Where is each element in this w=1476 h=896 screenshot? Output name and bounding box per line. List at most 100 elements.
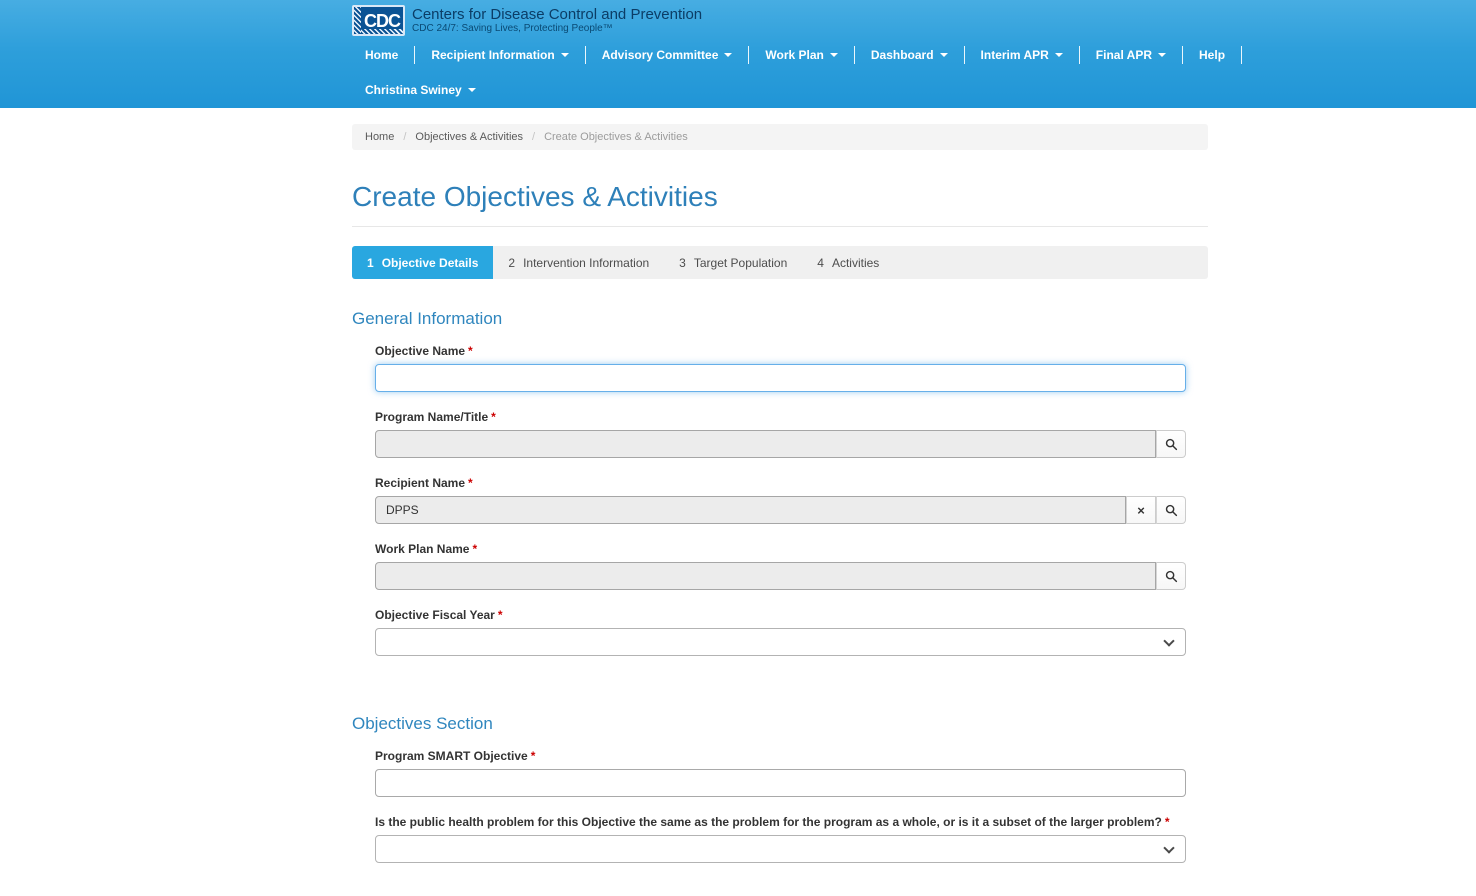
nav-item-recipient-information[interactable]: Recipient Information — [415, 38, 584, 72]
caret-down-icon — [1055, 53, 1063, 57]
breadcrumb-home[interactable]: Home — [365, 131, 394, 143]
nav-item-interim-apr[interactable]: Interim APR — [965, 38, 1079, 72]
objective-name-label: Objective Name* — [375, 344, 1186, 358]
caret-down-icon — [724, 53, 732, 57]
logo-stripes-left — [354, 7, 361, 34]
tab-number: 1 — [367, 256, 374, 270]
main-content: Home / Objectives & Activities / Create … — [352, 124, 1208, 896]
cdc-logo[interactable]: CDC — [352, 5, 405, 36]
nav-label: Recipient Information — [431, 48, 554, 62]
tab-activities[interactable]: 4 Activities — [802, 246, 894, 279]
brand-title: Centers for Disease Control and Preventi… — [412, 6, 702, 23]
recipient-name-input[interactable] — [375, 496, 1126, 524]
work-plan-name-input[interactable] — [375, 562, 1156, 590]
tab-label: Objective Details — [382, 256, 479, 270]
public-health-problem-select-wrap — [375, 835, 1186, 863]
user-menu-label: Christina Swiney — [365, 83, 462, 97]
nav-item-dashboard[interactable]: Dashboard — [855, 38, 964, 72]
tab-number: 2 — [508, 256, 515, 270]
tab-objective-details[interactable]: 1 Objective Details — [352, 246, 493, 279]
cdc-logo-text: CDC — [364, 12, 403, 30]
nav-label: Dashboard — [871, 48, 934, 62]
breadcrumb-separator: / — [403, 131, 406, 143]
tab-label: Activities — [832, 256, 879, 270]
tab-label: Target Population — [694, 256, 787, 270]
field-recipient-name: Recipient Name* × — [375, 476, 1186, 524]
nav-item-help[interactable]: Help — [1183, 38, 1241, 72]
nav-separator — [1241, 46, 1242, 64]
nav-item-work-plan[interactable]: Work Plan — [749, 38, 853, 72]
nav-item-user-menu[interactable]: Christina Swiney — [352, 72, 492, 108]
general-information-form: Objective Name* Program Name/Title* Re — [375, 344, 1186, 656]
caret-down-icon — [468, 88, 476, 92]
objectives-section-form: Program SMART Objective* Is the public h… — [375, 749, 1186, 863]
title-divider — [352, 226, 1208, 227]
label-text: Objective Fiscal Year — [375, 608, 495, 622]
public-health-problem-select[interactable] — [375, 835, 1186, 863]
work-plan-name-label: Work Plan Name* — [375, 542, 1186, 556]
program-name-input[interactable] — [375, 430, 1156, 458]
main-nav: Home Recipient Information Advisory Comm… — [352, 38, 1292, 72]
program-smart-objective-label: Program SMART Objective* — [375, 749, 1186, 763]
breadcrumb: Home / Objectives & Activities / Create … — [352, 124, 1208, 150]
tab-target-population[interactable]: 3 Target Population — [664, 246, 802, 279]
nav-item-final-apr[interactable]: Final APR — [1080, 38, 1182, 72]
recipient-name-clear-button[interactable]: × — [1126, 496, 1156, 524]
wizard-tabs: 1 Objective Details 2 Intervention Infor… — [352, 246, 1208, 279]
required-asterisk: * — [468, 476, 473, 490]
caret-down-icon — [940, 53, 948, 57]
recipient-name-search-button[interactable] — [1156, 496, 1186, 524]
general-information-heading: General Information — [352, 309, 1208, 329]
required-asterisk: * — [498, 608, 503, 622]
field-objective-name: Objective Name* — [375, 344, 1186, 392]
user-nav: Christina Swiney — [352, 72, 1292, 108]
field-program-smart-objective: Program SMART Objective* — [375, 749, 1186, 797]
tab-number: 3 — [679, 256, 686, 270]
objective-fiscal-year-select[interactable] — [375, 628, 1186, 656]
search-icon — [1165, 570, 1178, 583]
brand-text: Centers for Disease Control and Preventi… — [412, 6, 702, 35]
search-icon — [1165, 504, 1178, 517]
nav-label: Advisory Committee — [602, 48, 719, 62]
required-asterisk: * — [491, 410, 496, 424]
label-text: Work Plan Name — [375, 542, 469, 556]
tab-intervention-information[interactable]: 2 Intervention Information — [493, 246, 664, 279]
field-work-plan-name: Work Plan Name* — [375, 542, 1186, 590]
objectives-section-heading: Objectives Section — [352, 714, 1208, 734]
breadcrumb-current: Create Objectives & Activities — [544, 131, 688, 143]
program-name-label: Program Name/Title* — [375, 410, 1186, 424]
objective-fiscal-year-select-wrap — [375, 628, 1186, 656]
clear-x-icon: × — [1137, 504, 1145, 517]
brand-row: CDC Centers for Disease Control and Prev… — [352, 0, 1292, 38]
nav-label: Final APR — [1096, 48, 1152, 62]
tab-number: 4 — [817, 256, 824, 270]
label-text: Recipient Name — [375, 476, 465, 490]
caret-down-icon — [1158, 53, 1166, 57]
brand-tagline: CDC 24/7: Saving Lives, Protecting Peopl… — [412, 23, 702, 35]
work-plan-name-search-button[interactable] — [1156, 562, 1186, 590]
objective-name-input[interactable] — [375, 364, 1186, 392]
nav-label: Work Plan — [765, 48, 823, 62]
recipient-name-label: Recipient Name* — [375, 476, 1186, 490]
caret-down-icon — [830, 53, 838, 57]
nav-item-home[interactable]: Home — [352, 38, 414, 72]
breadcrumb-objectives-activities[interactable]: Objectives & Activities — [415, 131, 523, 143]
required-asterisk: * — [472, 542, 477, 556]
nav-item-advisory-committee[interactable]: Advisory Committee — [586, 38, 749, 72]
field-objective-fiscal-year: Objective Fiscal Year* — [375, 608, 1186, 656]
site-header: CDC Centers for Disease Control and Prev… — [0, 0, 1476, 108]
label-text: Program Name/Title — [375, 410, 488, 424]
work-plan-name-input-group — [375, 562, 1186, 590]
required-asterisk: * — [468, 344, 473, 358]
objective-fiscal-year-label: Objective Fiscal Year* — [375, 608, 1186, 622]
program-name-search-button[interactable] — [1156, 430, 1186, 458]
program-name-input-group — [375, 430, 1186, 458]
required-asterisk: * — [1165, 815, 1170, 829]
label-text: Program SMART Objective — [375, 749, 528, 763]
required-asterisk: * — [531, 749, 536, 763]
field-program-name: Program Name/Title* — [375, 410, 1186, 458]
page-title: Create Objectives & Activities — [352, 181, 1208, 213]
caret-down-icon — [561, 53, 569, 57]
program-smart-objective-input[interactable] — [375, 769, 1186, 797]
tab-label: Intervention Information — [523, 256, 649, 270]
